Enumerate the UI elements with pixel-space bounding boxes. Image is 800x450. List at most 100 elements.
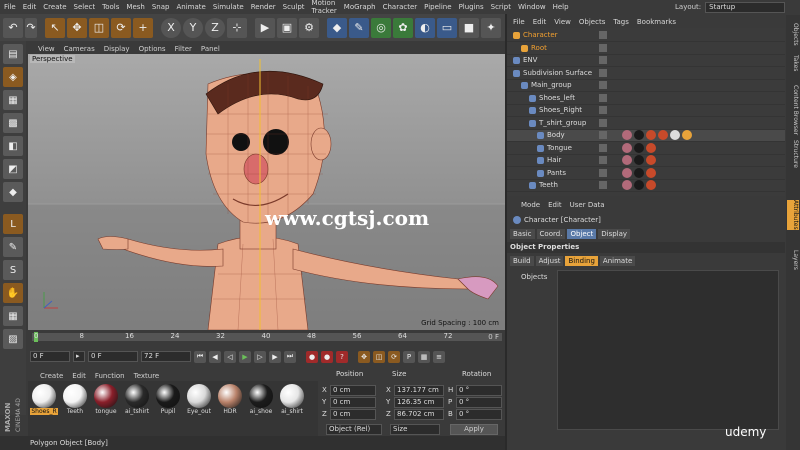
menu-item-snap[interactable]: Snap [152,3,170,11]
viewport-perspective[interactable]: Perspective Grid Spacing : 100 cm [28,54,505,330]
menu-item-tools[interactable]: Tools [102,3,119,11]
object-name[interactable]: Subdivision Surface [523,69,592,77]
pen-spline-icon[interactable]: ✎ [349,17,369,38]
size-field[interactable]: 137.177 cm [394,385,444,396]
menu-item-plugins[interactable]: Plugins [459,3,484,11]
menu-item-sculpt[interactable]: Sculpt [283,3,305,11]
object-row[interactable]: Body [507,130,785,142]
object-name[interactable]: Body [547,131,565,139]
viewport-menu-options[interactable]: Options [139,45,166,53]
position-field[interactable]: 0 cm [330,397,376,408]
lock-workplane-icon[interactable]: ▨ [3,329,23,349]
material-swatch[interactable]: tongue [92,383,120,419]
move-tool-icon[interactable]: ✥ [67,17,87,38]
material-swatch[interactable]: ai_shoe [247,383,275,419]
material-tag-icon[interactable] [634,180,644,190]
attribute-menu-user-data[interactable]: User Data [570,201,605,209]
object-row[interactable]: Shoes_Right [507,105,785,117]
side-tab-structure[interactable]: Structure [787,140,799,168]
min-frame-arrow[interactable]: ▸ [73,351,85,362]
object-menu-tags[interactable]: Tags [613,18,629,26]
prev-frame-icon[interactable]: ◁ [224,350,236,363]
tab-basic[interactable]: Basic [510,229,535,239]
key-parameter-icon[interactable]: P [403,350,415,363]
menu-item-file[interactable]: File [4,3,16,11]
tab-display[interactable]: Display [598,229,631,239]
menu-item-select[interactable]: Select [74,3,96,11]
object-row[interactable]: Hair [507,155,785,167]
menu-item-animate[interactable]: Animate [176,3,205,11]
rotate-tool-icon[interactable]: ⟳ [111,17,131,38]
goto-start-icon[interactable]: ⏮ [194,350,206,363]
next-key-icon[interactable]: ▶ [269,350,281,363]
tab-animate[interactable]: Animate [599,256,636,266]
y-axis-button[interactable]: Y [183,17,203,38]
light-icon[interactable]: ✦ [481,17,501,38]
tab-binding[interactable]: Binding [565,256,598,266]
object-menu-file[interactable]: File [513,18,525,26]
snapping-icon[interactable]: S [3,260,23,280]
polygons-mode-icon[interactable]: ◆ [3,182,23,202]
object-name[interactable]: Shoes_Right [539,106,582,114]
menu-item-character[interactable]: Character [383,3,418,11]
bend-deformer-icon[interactable]: ◐ [415,17,435,38]
visibility-toggle[interactable] [599,43,607,52]
object-name[interactable]: Character [523,31,558,39]
material-menu-edit[interactable]: Edit [72,372,86,380]
menu-item-motion-tracker[interactable]: Motion Tracker [312,0,337,15]
next-frame-icon[interactable]: ▷ [254,350,266,363]
material-tag-icon[interactable] [622,180,632,190]
workplane-icon[interactable]: ▩ [3,113,23,133]
visibility-toggle[interactable] [599,56,607,64]
side-tab-takes[interactable]: Takes [787,55,799,71]
menu-item-mograph[interactable]: MoGraph [344,3,376,11]
material-swatch[interactable]: Eye_out [185,383,213,419]
side-tab-objects[interactable]: Objects [787,23,799,46]
edges-mode-icon[interactable]: ◩ [3,159,23,179]
camera-icon[interactable]: ■ [459,17,479,38]
record-key-icon[interactable]: ● [306,350,318,363]
current-frame-field[interactable]: 0 F [30,351,70,362]
object-row[interactable]: Root [507,43,785,55]
tab-build[interactable]: Build [510,256,534,266]
z-axis-button[interactable]: Z [205,17,225,38]
workplane-grid-icon[interactable]: ▦ [3,306,23,326]
object-name[interactable]: Root [531,44,547,52]
material-swatch[interactable]: ai_shirt [278,383,306,419]
object-menu-view[interactable]: View [554,18,571,26]
tab-adjust[interactable]: Adjust [535,256,564,266]
side-tab-layers[interactable]: Layers [787,250,799,270]
material-tag-icon[interactable] [622,167,632,178]
material-tag-icon[interactable] [634,142,644,153]
floor-icon[interactable]: ▭ [437,17,457,38]
key-pla-icon[interactable]: ▦ [418,350,430,363]
material-tag-icon[interactable] [646,142,656,153]
object-row[interactable]: T_shirt_group [507,118,785,130]
viewport-menu-cameras[interactable]: Cameras [64,45,95,53]
visibility-toggle[interactable] [599,156,607,164]
object-name[interactable]: Main_group [531,81,572,89]
material-tag-icon[interactable] [634,155,644,165]
visibility-toggle[interactable] [599,93,607,102]
layout-selector[interactable]: Layout: Startup [675,1,800,13]
coordinate-system-icon[interactable]: ⊹ [227,17,247,38]
menu-item-pipeline[interactable]: Pipeline [424,3,451,11]
material-menu-texture[interactable]: Texture [134,372,160,380]
object-row[interactable]: Teeth [507,180,785,192]
visibility-toggle[interactable] [599,68,607,77]
material-swatch[interactable]: Teeth [61,383,89,419]
object-name[interactable]: Shoes_left [539,94,575,102]
material-tag-icon[interactable] [682,130,692,140]
viewport-menu-display[interactable]: Display [104,45,130,53]
menu-item-render[interactable]: Render [251,3,276,11]
size-mode-dropdown[interactable]: Size [390,424,440,435]
autokey-icon[interactable]: ● [321,350,333,363]
material-tag-icon[interactable] [622,155,632,165]
material-swatch[interactable]: HDR [216,383,244,419]
material-tag-icon[interactable] [646,130,656,140]
goto-end-icon[interactable]: ⏭ [284,350,296,363]
size-field[interactable]: 126.35 cm [394,397,444,408]
array-icon[interactable]: ✿ [393,17,413,38]
cube-icon[interactable]: ◆ [327,17,347,38]
material-tag-icon[interactable] [622,130,632,140]
